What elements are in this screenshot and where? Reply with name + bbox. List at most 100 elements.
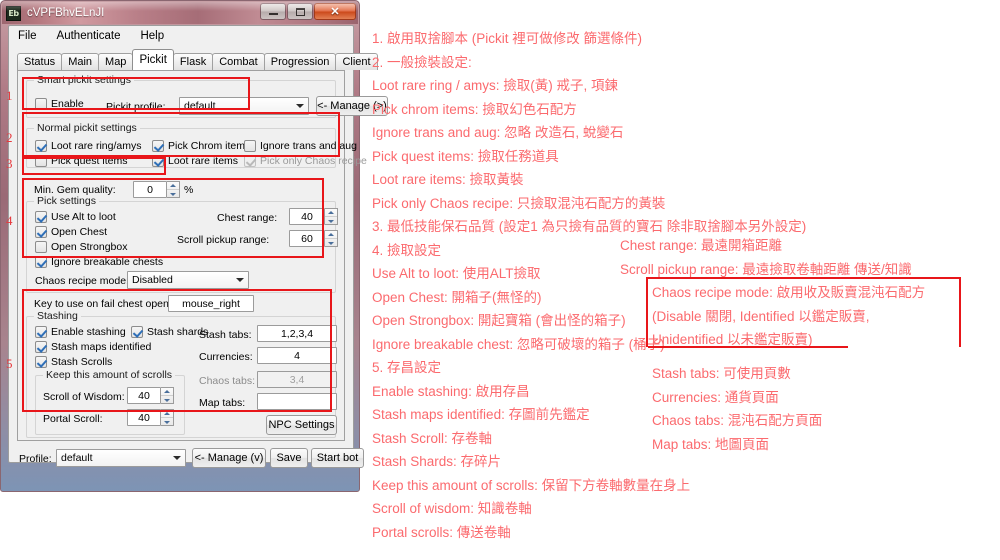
bottom-bar: Profile: default <- Manage (v) Save Star… [17, 446, 364, 472]
currencies-input[interactable]: 4 [257, 347, 337, 364]
spinner-up-icon[interactable] [161, 388, 173, 395]
tab-status[interactable]: Status [17, 53, 63, 70]
checkbox-stash-scrolls[interactable]: Stash Scrolls [35, 356, 112, 368]
portal-scroll-spinner[interactable] [161, 409, 174, 426]
checkbox-stash-maps-identified[interactable]: Stash maps identified [35, 341, 151, 353]
spinner-up-icon[interactable] [325, 231, 337, 238]
checkbox-label: Stash maps identified [51, 341, 152, 353]
application-window: Eb cVPFBhvELnJI ✕ File Authenticate Help… [0, 0, 388, 492]
app-icon: Eb [6, 5, 21, 21]
checkbox-box [35, 341, 47, 353]
checkbox-pick-chrom-items[interactable]: Pick Chrom items [152, 140, 250, 152]
scroll-of-wisdom-spinner[interactable] [161, 387, 174, 404]
checkbox-box [35, 226, 47, 238]
spinner-down-icon[interactable] [161, 417, 173, 425]
checkbox-loot-rare-items[interactable]: Loot rare items [152, 155, 238, 167]
start-bot-button[interactable]: Start bot [311, 448, 364, 468]
checkbox-enable-stashing[interactable]: Enable stashing [35, 326, 126, 338]
scroll-pickup-range-input[interactable]: 60 [289, 230, 325, 247]
tab-progression[interactable]: Progression [263, 53, 337, 70]
map-tabs-input[interactable] [257, 393, 337, 410]
pickit-profile-label: Pickit profile: [106, 101, 166, 113]
profile-combo[interactable]: default [56, 449, 186, 467]
tab-combat[interactable]: Combat [212, 53, 265, 70]
checkbox-label: Open Chest [51, 226, 108, 238]
pickit-tab-page: Smart pickit settings Enable Pickit prof… [17, 70, 388, 441]
spinner-up-icon[interactable] [325, 209, 337, 216]
pickit-profile-combo[interactable]: default [179, 97, 309, 115]
checkbox-label: Stash Scrolls [51, 356, 113, 368]
checkbox-ignore-trans-and-aug[interactable]: Ignore trans and aug [244, 140, 357, 152]
annotation-line: Loot rare ring / amys: 撿取(黃) 戒子, 項鍊 [372, 78, 619, 93]
checkbox-label: Loot rare ring/amys [51, 140, 142, 152]
highlight-box-chaos-recipe-note [646, 277, 961, 347]
annotation-line: Portal scrolls: 傳送卷軸 [372, 524, 511, 540]
checkbox-label: Ignore breakable chests [51, 256, 164, 268]
spinner-down-icon[interactable] [325, 216, 337, 224]
profile-value: default [61, 452, 93, 464]
minimize-icon [268, 13, 278, 15]
checkbox-pick-quest-items[interactable]: Pick quest items [35, 155, 127, 167]
checkbox-ignore-breakable-chests[interactable]: Ignore breakable chests [35, 256, 163, 268]
min-gem-quality-spinner[interactable] [167, 181, 180, 198]
tab-main[interactable]: Main [61, 53, 100, 70]
spinner-down-icon[interactable] [161, 395, 173, 403]
profile-manage-button[interactable]: <- Manage (v) [192, 448, 266, 468]
annotation-line: Keep this amount of scrolls: 保留下方卷軸數量在身上 [372, 477, 691, 493]
checkbox-box [244, 155, 256, 167]
spinner-up-icon[interactable] [167, 182, 179, 189]
currencies-label: Currencies: [199, 351, 253, 363]
chevron-down-icon [173, 456, 181, 460]
npc-settings-button[interactable]: NPC Settings [266, 415, 337, 435]
stashing-group: Stashing Enable stashing Stash shards St… [26, 310, 337, 438]
checkbox-open-strongbox[interactable]: Open Strongbox [35, 241, 127, 253]
highlight-underline-chaos-recipe-note [648, 346, 848, 348]
tab-pickit[interactable]: Pickit [132, 49, 174, 70]
pick-settings-group: Pick settings Use Alt to loot Open Chest… [26, 195, 338, 293]
annotation-line: Currencies: 通貨頁面 [652, 389, 779, 405]
checkbox-label: Pick Chrom items [168, 140, 251, 152]
chest-range-label: Chest range: [217, 212, 278, 224]
chaos-recipe-mode-value: Disabled [132, 274, 173, 286]
marker-3: 3 [6, 156, 13, 171]
chaos-recipe-mode-combo[interactable]: Disabled [127, 271, 249, 289]
scroll-pickup-range-spinner[interactable] [325, 230, 338, 247]
checkbox-open-chest[interactable]: Open Chest [35, 226, 107, 238]
pick-settings-caption: Pick settings [34, 195, 99, 207]
checkbox-use-alt-to-loot[interactable]: Use Alt to loot [35, 211, 116, 223]
tab-flask[interactable]: Flask [172, 53, 214, 70]
fail-chest-key-input[interactable]: mouse_right [168, 295, 254, 312]
stash-tabs-input[interactable]: 1,2,3,4 [257, 325, 337, 342]
min-gem-quality-input[interactable]: 0 [133, 181, 167, 198]
checkbox-stash-shards[interactable]: Stash shards [131, 326, 208, 338]
spinner-up-icon[interactable] [161, 410, 173, 417]
menu-item-file[interactable]: File [15, 29, 40, 43]
spinner-down-icon[interactable] [325, 238, 337, 246]
window-title-bar[interactable]: Eb cVPFBhvELnJI ✕ [2, 2, 358, 24]
menu-item-help[interactable]: Help [137, 29, 167, 43]
chaos-tabs-input: 3,4 [257, 371, 337, 388]
stashing-caption: Stashing [34, 310, 81, 322]
scroll-of-wisdom-label: Scroll of Wisdom: [43, 391, 125, 403]
chest-range-spinner[interactable] [325, 208, 338, 225]
annotation-right-column: Stash tabs: 可使用頁數 Currencies: 通貨頁面 Chaos… [652, 362, 822, 456]
min-gem-quality-unit: % [184, 184, 194, 196]
checkbox-box [35, 155, 47, 167]
portal-scroll-input[interactable]: 40 [127, 409, 161, 426]
checkbox-box [244, 140, 256, 152]
maximize-button[interactable] [287, 3, 313, 20]
checkbox-box [35, 256, 47, 268]
spinner-down-icon[interactable] [167, 189, 179, 197]
checkbox-loot-rare-ring-amys[interactable]: Loot rare ring/amys [35, 140, 141, 152]
checkbox-label: Loot rare items [168, 155, 239, 167]
save-button[interactable]: Save [270, 448, 308, 468]
minimize-button[interactable] [260, 3, 286, 20]
menu-item-authenticate[interactable]: Authenticate [54, 29, 124, 43]
smart-pickit-group: Smart pickit settings Enable Pickit prof… [26, 74, 388, 118]
close-button[interactable]: ✕ [314, 3, 356, 20]
checkbox-smart-enable[interactable]: Enable [35, 98, 84, 110]
scroll-of-wisdom-input[interactable]: 40 [127, 387, 161, 404]
chest-range-input[interactable]: 40 [289, 208, 325, 225]
checkbox-box [35, 211, 47, 223]
tab-map[interactable]: Map [98, 53, 134, 70]
